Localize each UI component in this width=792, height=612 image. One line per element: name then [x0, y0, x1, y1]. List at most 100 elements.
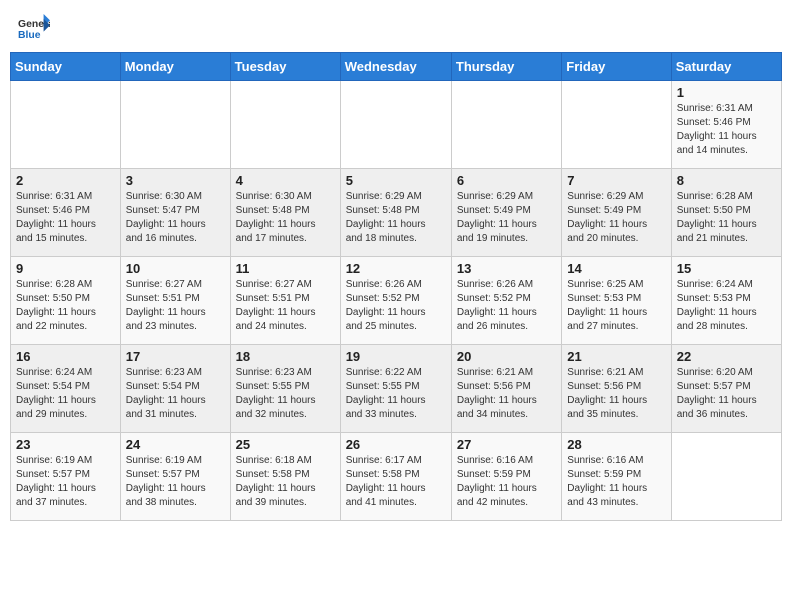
calendar-cell [120, 81, 230, 169]
day-number: 20 [457, 349, 556, 364]
day-number: 6 [457, 173, 556, 188]
day-number: 26 [346, 437, 446, 452]
day-number: 13 [457, 261, 556, 276]
day-info: Sunrise: 6:28 AM Sunset: 5:50 PM Dayligh… [16, 278, 115, 334]
calendar-week-3: 9 Sunrise: 6:28 AM Sunset: 5:50 PM Daylig… [11, 257, 782, 345]
day-info: Sunrise: 6:25 AM Sunset: 5:53 PM Dayligh… [567, 278, 665, 334]
day-info: Sunrise: 6:26 AM Sunset: 5:52 PM Dayligh… [346, 278, 446, 334]
day-number: 4 [236, 173, 335, 188]
day-info: Sunrise: 6:19 AM Sunset: 5:57 PM Dayligh… [126, 454, 225, 510]
calendar-cell: 15 Sunrise: 6:24 AM Sunset: 5:53 PM Dayli… [671, 257, 781, 345]
calendar-cell: 21 Sunrise: 6:21 AM Sunset: 5:56 PM Dayli… [562, 345, 671, 433]
day-info: Sunrise: 6:16 AM Sunset: 5:59 PM Dayligh… [457, 454, 556, 510]
calendar-cell: 1 Sunrise: 6:31 AM Sunset: 5:46 PM Daylig… [671, 81, 781, 169]
logo: General Blue [18, 14, 50, 42]
calendar-cell: 13 Sunrise: 6:26 AM Sunset: 5:52 PM Dayli… [451, 257, 561, 345]
day-info: Sunrise: 6:28 AM Sunset: 5:50 PM Dayligh… [677, 190, 776, 246]
calendar-cell [230, 81, 340, 169]
calendar-cell: 12 Sunrise: 6:26 AM Sunset: 5:52 PM Dayli… [340, 257, 451, 345]
day-info: Sunrise: 6:24 AM Sunset: 5:54 PM Dayligh… [16, 366, 115, 422]
day-number: 15 [677, 261, 776, 276]
day-number: 7 [567, 173, 665, 188]
day-info: Sunrise: 6:23 AM Sunset: 5:55 PM Dayligh… [236, 366, 335, 422]
day-info: Sunrise: 6:30 AM Sunset: 5:47 PM Dayligh… [126, 190, 225, 246]
day-info: Sunrise: 6:23 AM Sunset: 5:54 PM Dayligh… [126, 366, 225, 422]
day-number: 25 [236, 437, 335, 452]
day-info: Sunrise: 6:17 AM Sunset: 5:58 PM Dayligh… [346, 454, 446, 510]
day-number: 14 [567, 261, 665, 276]
day-header-monday: Monday [120, 53, 230, 81]
day-number: 1 [677, 85, 776, 100]
day-info: Sunrise: 6:20 AM Sunset: 5:57 PM Dayligh… [677, 366, 776, 422]
day-header-sunday: Sunday [11, 53, 121, 81]
day-info: Sunrise: 6:24 AM Sunset: 5:53 PM Dayligh… [677, 278, 776, 334]
day-info: Sunrise: 6:19 AM Sunset: 5:57 PM Dayligh… [16, 454, 115, 510]
calendar-cell: 16 Sunrise: 6:24 AM Sunset: 5:54 PM Dayli… [11, 345, 121, 433]
calendar-cell [671, 433, 781, 521]
calendar-cell: 24 Sunrise: 6:19 AM Sunset: 5:57 PM Dayli… [120, 433, 230, 521]
calendar-cell: 17 Sunrise: 6:23 AM Sunset: 5:54 PM Dayli… [120, 345, 230, 433]
calendar-cell: 19 Sunrise: 6:22 AM Sunset: 5:55 PM Dayli… [340, 345, 451, 433]
calendar-cell: 3 Sunrise: 6:30 AM Sunset: 5:47 PM Daylig… [120, 169, 230, 257]
day-info: Sunrise: 6:31 AM Sunset: 5:46 PM Dayligh… [677, 102, 776, 158]
calendar-cell: 8 Sunrise: 6:28 AM Sunset: 5:50 PM Daylig… [671, 169, 781, 257]
calendar-cell: 23 Sunrise: 6:19 AM Sunset: 5:57 PM Dayli… [11, 433, 121, 521]
calendar-cell [340, 81, 451, 169]
day-info: Sunrise: 6:26 AM Sunset: 5:52 PM Dayligh… [457, 278, 556, 334]
calendar-cell: 22 Sunrise: 6:20 AM Sunset: 5:57 PM Dayli… [671, 345, 781, 433]
calendar-header-row: SundayMondayTuesdayWednesdayThursdayFrid… [11, 53, 782, 81]
day-number: 16 [16, 349, 115, 364]
day-number: 10 [126, 261, 225, 276]
calendar-cell: 18 Sunrise: 6:23 AM Sunset: 5:55 PM Dayli… [230, 345, 340, 433]
logo-icon: General Blue [18, 14, 50, 42]
day-number: 21 [567, 349, 665, 364]
day-info: Sunrise: 6:29 AM Sunset: 5:49 PM Dayligh… [457, 190, 556, 246]
calendar-cell: 11 Sunrise: 6:27 AM Sunset: 5:51 PM Dayli… [230, 257, 340, 345]
day-info: Sunrise: 6:27 AM Sunset: 5:51 PM Dayligh… [236, 278, 335, 334]
day-number: 11 [236, 261, 335, 276]
calendar-cell [562, 81, 671, 169]
calendar-cell: 28Sunrise: 6:16 AM Sunset: 5:59 PM Dayli… [562, 433, 671, 521]
day-number: 5 [346, 173, 446, 188]
day-info: Sunrise: 6:30 AM Sunset: 5:48 PM Dayligh… [236, 190, 335, 246]
day-info: Sunrise: 6:18 AM Sunset: 5:58 PM Dayligh… [236, 454, 335, 510]
day-header-tuesday: Tuesday [230, 53, 340, 81]
calendar-cell: 26 Sunrise: 6:17 AM Sunset: 5:58 PM Dayli… [340, 433, 451, 521]
calendar-cell: 9 Sunrise: 6:28 AM Sunset: 5:50 PM Daylig… [11, 257, 121, 345]
calendar-week-2: 2Sunrise: 6:31 AM Sunset: 5:46 PM Daylig… [11, 169, 782, 257]
day-header-thursday: Thursday [451, 53, 561, 81]
day-number: 23 [16, 437, 115, 452]
day-info: Sunrise: 6:31 AM Sunset: 5:46 PM Dayligh… [16, 190, 115, 246]
day-info: Sunrise: 6:29 AM Sunset: 5:49 PM Dayligh… [567, 190, 665, 246]
day-number: 17 [126, 349, 225, 364]
calendar-cell: 27 Sunrise: 6:16 AM Sunset: 5:59 PM Dayli… [451, 433, 561, 521]
calendar-cell: 2Sunrise: 6:31 AM Sunset: 5:46 PM Daylig… [11, 169, 121, 257]
day-info: Sunrise: 6:27 AM Sunset: 5:51 PM Dayligh… [126, 278, 225, 334]
day-number: 19 [346, 349, 446, 364]
calendar-cell: 20Sunrise: 6:21 AM Sunset: 5:56 PM Dayli… [451, 345, 561, 433]
calendar-week-4: 16 Sunrise: 6:24 AM Sunset: 5:54 PM Dayli… [11, 345, 782, 433]
day-number: 9 [16, 261, 115, 276]
calendar-cell: 4 Sunrise: 6:30 AM Sunset: 5:48 PM Daylig… [230, 169, 340, 257]
calendar-week-5: 23 Sunrise: 6:19 AM Sunset: 5:57 PM Dayli… [11, 433, 782, 521]
svg-text:Blue: Blue [18, 30, 41, 41]
day-number: 12 [346, 261, 446, 276]
calendar-cell: 14 Sunrise: 6:25 AM Sunset: 5:53 PM Dayli… [562, 257, 671, 345]
calendar-cell: 6 Sunrise: 6:29 AM Sunset: 5:49 PM Daylig… [451, 169, 561, 257]
day-number: 3 [126, 173, 225, 188]
day-header-saturday: Saturday [671, 53, 781, 81]
day-number: 22 [677, 349, 776, 364]
day-number: 24 [126, 437, 225, 452]
day-number: 18 [236, 349, 335, 364]
day-info: Sunrise: 6:21 AM Sunset: 5:56 PM Dayligh… [567, 366, 665, 422]
calendar-cell [451, 81, 561, 169]
calendar-week-1: 1 Sunrise: 6:31 AM Sunset: 5:46 PM Daylig… [11, 81, 782, 169]
calendar-cell: 7 Sunrise: 6:29 AM Sunset: 5:49 PM Daylig… [562, 169, 671, 257]
day-header-wednesday: Wednesday [340, 53, 451, 81]
calendar-table: SundayMondayTuesdayWednesdayThursdayFrid… [10, 52, 782, 521]
day-info: Sunrise: 6:22 AM Sunset: 5:55 PM Dayligh… [346, 366, 446, 422]
day-number: 27 [457, 437, 556, 452]
calendar-cell: 5Sunrise: 6:29 AM Sunset: 5:48 PM Daylig… [340, 169, 451, 257]
day-number: 8 [677, 173, 776, 188]
calendar-cell [11, 81, 121, 169]
